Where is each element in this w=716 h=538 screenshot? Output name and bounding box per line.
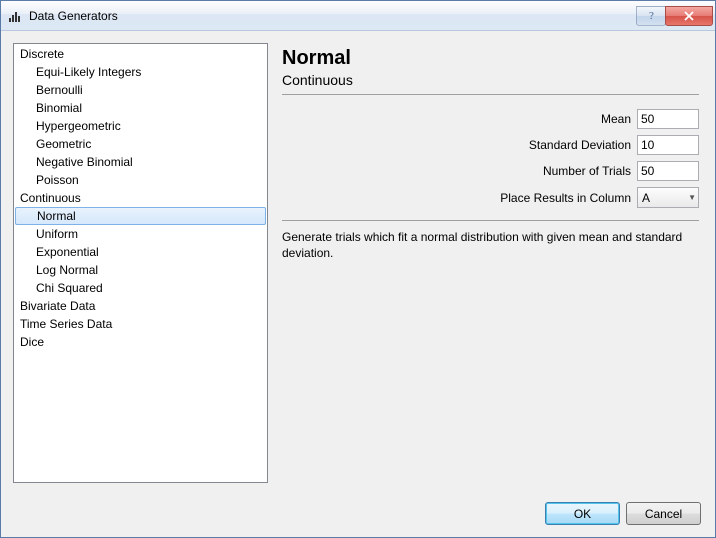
select-column[interactable]: A ▼ — [637, 187, 699, 208]
panel-subtitle: Continuous — [282, 72, 699, 95]
titlebar-buttons: ? — [637, 6, 713, 26]
dialog-content: DiscreteEqui-Likely IntegersBernoulliBin… — [1, 31, 715, 502]
input-trials[interactable] — [637, 161, 699, 181]
tree-item[interactable]: Equi-Likely Integers — [14, 63, 267, 81]
label-column: Place Results in Column — [500, 191, 631, 205]
tree-item[interactable]: Bernoulli — [14, 81, 267, 99]
tree-category[interactable]: Time Series Data — [14, 315, 267, 333]
tree-category[interactable]: Bivariate Data — [14, 297, 267, 315]
tree-item[interactable]: Exponential — [14, 243, 267, 261]
label-trials: Number of Trials — [543, 164, 631, 178]
tree-category[interactable]: Dice — [14, 333, 267, 351]
divider — [282, 220, 699, 221]
app-icon — [7, 8, 23, 24]
field-mean: Mean — [282, 109, 699, 129]
cancel-button[interactable]: Cancel — [626, 502, 701, 525]
panel-title: Normal — [282, 47, 699, 70]
dialog-buttons: OK Cancel — [1, 502, 715, 537]
field-column: Place Results in Column A ▼ — [282, 187, 699, 208]
window-title: Data Generators — [29, 9, 637, 23]
close-button[interactable] — [665, 6, 713, 26]
panel-description: Generate trials which fit a normal distr… — [282, 229, 699, 261]
svg-text:?: ? — [649, 10, 654, 21]
tree-item[interactable]: Log Normal — [14, 261, 267, 279]
tree-item[interactable]: Poisson — [14, 171, 267, 189]
tree-category[interactable]: Continuous — [14, 189, 267, 207]
tree-item[interactable]: Uniform — [14, 225, 267, 243]
select-column-value: A — [642, 191, 650, 205]
tree-item[interactable]: Binomial — [14, 99, 267, 117]
tree-item[interactable]: Chi Squared — [14, 279, 267, 297]
chevron-down-icon: ▼ — [688, 193, 696, 202]
tree-item[interactable]: Hypergeometric — [14, 117, 267, 135]
input-mean[interactable] — [637, 109, 699, 129]
label-mean: Mean — [601, 112, 631, 126]
label-stddev: Standard Deviation — [529, 138, 631, 152]
input-stddev[interactable] — [637, 135, 699, 155]
generator-settings: Normal Continuous Mean Standard Deviatio… — [278, 43, 703, 490]
tree-item[interactable]: Normal — [15, 207, 266, 225]
generator-tree[interactable]: DiscreteEqui-Likely IntegersBernoulliBin… — [13, 43, 268, 483]
field-trials: Number of Trials — [282, 161, 699, 181]
ok-button[interactable]: OK — [545, 502, 620, 525]
titlebar: Data Generators ? — [1, 1, 715, 31]
tree-category[interactable]: Discrete — [14, 45, 267, 63]
tree-item[interactable]: Geometric — [14, 135, 267, 153]
tree-item[interactable]: Negative Binomial — [14, 153, 267, 171]
field-stddev: Standard Deviation — [282, 135, 699, 155]
dialog-window: Data Generators ? DiscreteEqui-Likely In… — [0, 0, 716, 538]
help-button[interactable]: ? — [636, 6, 666, 26]
